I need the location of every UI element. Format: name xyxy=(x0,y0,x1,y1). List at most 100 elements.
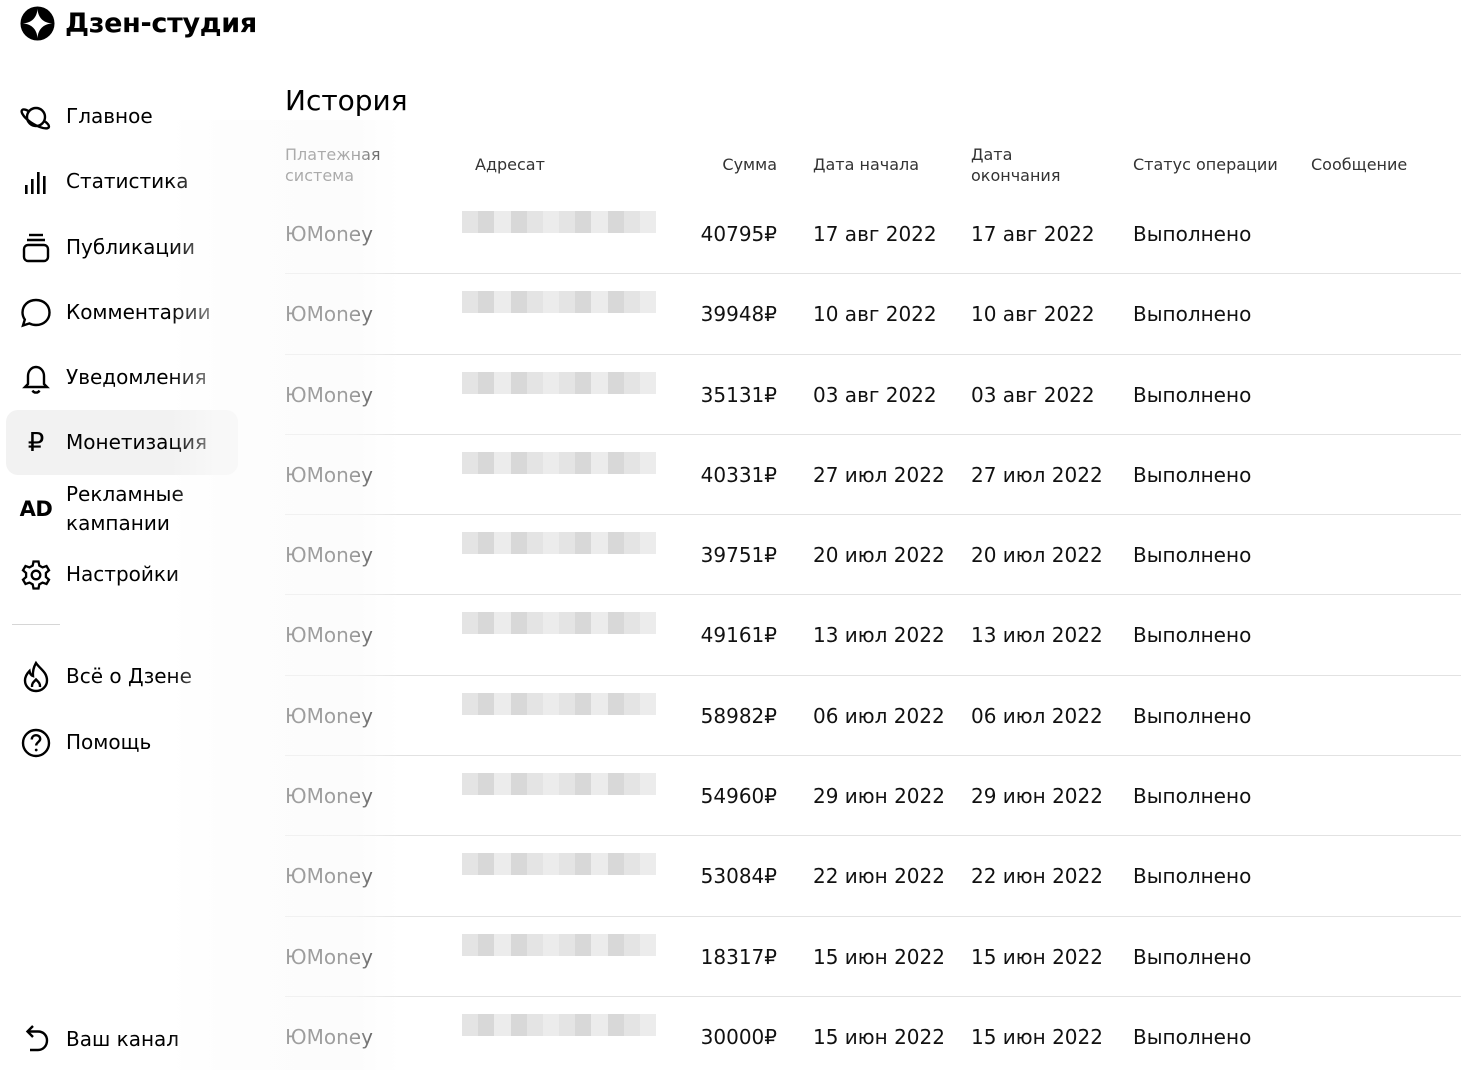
ad-icon: AD xyxy=(19,496,53,521)
end-date-cell: 10 авг 2022 xyxy=(971,302,1095,327)
sidebar-item-settings[interactable]: Настройки xyxy=(6,542,238,607)
table-row[interactable]: ЮMoney 54960₽ 29 июн 2022 29 июн 2022 Вы… xyxy=(285,756,1461,837)
end-date-cell: 20 июл 2022 xyxy=(971,543,1103,568)
recipient-cell-redacted xyxy=(462,355,657,435)
sidebar-divider xyxy=(12,624,60,625)
comment-icon xyxy=(16,296,56,330)
table-row[interactable]: ЮMoney 49161₽ 13 июл 2022 13 июл 2022 Вы… xyxy=(285,595,1461,676)
sidebar-item-notifications[interactable]: Уведомления xyxy=(6,345,238,410)
column-header-start-date: Дата начала xyxy=(813,155,920,174)
table-row[interactable]: ЮMoney 39948₽ 10 авг 2022 10 авг 2022 Вы… xyxy=(285,274,1461,355)
table-header: Платежная система Адресат Сумма Дата нач… xyxy=(285,136,1461,194)
sidebar-item-publications[interactable]: Публикации xyxy=(6,215,238,280)
payment-system-cell: ЮMoney xyxy=(285,864,373,889)
sidebar-item-label: Уведомления xyxy=(66,365,207,389)
amount-cell: 53084₽ xyxy=(700,864,777,889)
sidebar-item-label: Комментарии xyxy=(66,300,211,324)
recipient-cell-redacted xyxy=(462,917,657,997)
end-date-cell: 13 июл 2022 xyxy=(971,623,1103,648)
sidebar-item-label: Настройки xyxy=(66,562,179,586)
table-row[interactable]: ЮMoney 39751₽ 20 июл 2022 20 июл 2022 Вы… xyxy=(285,515,1461,596)
brand-name: Дзен-студия xyxy=(65,7,257,39)
redacted-recipient xyxy=(462,291,657,314)
payment-system-cell: ЮMoney xyxy=(285,543,373,568)
start-date-cell: 03 авг 2022 xyxy=(813,382,937,407)
redacted-recipient xyxy=(462,773,657,796)
payment-system-cell: ЮMoney xyxy=(285,784,373,809)
recipient-cell-redacted xyxy=(462,836,657,916)
recipient-cell-redacted xyxy=(462,194,657,274)
column-header-message: Сообщение xyxy=(1311,155,1408,174)
status-cell: Выполнено xyxy=(1133,944,1252,969)
status-cell: Выполнено xyxy=(1133,703,1252,728)
page-title: История xyxy=(285,84,408,117)
recipient-cell-redacted xyxy=(462,515,657,595)
recipient-cell-redacted xyxy=(462,435,657,515)
column-header-recipient: Адресат xyxy=(475,155,545,174)
redacted-recipient xyxy=(462,451,657,474)
end-date-cell: 15 июн 2022 xyxy=(971,1024,1103,1049)
table-row[interactable]: ЮMoney 35131₽ 03 авг 2022 03 авг 2022 Вы… xyxy=(285,355,1461,435)
redacted-recipient xyxy=(462,532,657,555)
table-row[interactable]: ЮMoney 30000₽ 15 июн 2022 15 июн 2022 Вы… xyxy=(285,997,1461,1070)
sidebar-item-help[interactable]: Помощь xyxy=(6,710,238,775)
sidebar-item-label: Помощь xyxy=(66,730,152,754)
sidebar-item-monetization[interactable]: ₽ Монетизация xyxy=(6,410,238,475)
column-header-status: Статус операции xyxy=(1133,155,1278,174)
sidebar: Главное Статистика Публикации Комментари… xyxy=(0,84,250,1070)
status-cell: Выполнено xyxy=(1133,1024,1252,1049)
your-channel-link[interactable]: Ваш канал xyxy=(6,1008,238,1070)
redacted-recipient xyxy=(462,933,657,956)
bell-icon xyxy=(16,361,56,395)
history-panel: История Платежная система Адресат Сумма … xyxy=(285,80,1461,1049)
sidebar-item-home[interactable]: Главное xyxy=(6,84,238,149)
status-cell: Выполнено xyxy=(1133,864,1252,889)
table-row[interactable]: ЮMoney 18317₽ 15 июн 2022 15 июн 2022 Вы… xyxy=(285,917,1461,997)
start-date-cell: 10 авг 2022 xyxy=(813,302,937,327)
sidebar-item-label: Статистика xyxy=(66,169,189,193)
start-date-cell: 13 июл 2022 xyxy=(813,623,945,648)
recipient-cell-redacted xyxy=(462,756,657,836)
status-cell: Выполнено xyxy=(1133,623,1252,648)
table-body: ЮMoney 40795₽ 17 авг 2022 17 авг 2022 Вы… xyxy=(285,194,1461,1070)
help-icon xyxy=(16,726,56,760)
table-row[interactable]: ЮMoney 40331₽ 27 июл 2022 27 июл 2022 Вы… xyxy=(285,435,1461,516)
sidebar-item-comments[interactable]: Комментарии xyxy=(6,280,238,345)
status-cell: Выполнено xyxy=(1133,462,1252,487)
payment-system-cell: ЮMoney xyxy=(285,703,373,728)
status-cell: Выполнено xyxy=(1133,302,1252,327)
sidebar-item-about-dzen[interactable]: Всё о Дзене xyxy=(6,644,238,709)
amount-cell: 39948₽ xyxy=(700,302,777,327)
sidebar-item-statistics[interactable]: Статистика xyxy=(6,149,238,214)
sidebar-item-label: Главное xyxy=(66,104,153,128)
brand[interactable]: Дзен-студия xyxy=(20,4,257,42)
sidebar-item-label: Рекламные кампании xyxy=(66,481,184,535)
table-row[interactable]: ЮMoney 53084₽ 22 июн 2022 22 июн 2022 Вы… xyxy=(285,836,1461,917)
gear-icon xyxy=(16,558,56,592)
start-date-cell: 22 июн 2022 xyxy=(813,864,945,889)
amount-cell: 40331₽ xyxy=(700,462,777,487)
redacted-recipient xyxy=(462,853,657,876)
end-date-cell: 15 июн 2022 xyxy=(971,944,1103,969)
redacted-recipient xyxy=(462,371,657,394)
payment-system-cell: ЮMoney xyxy=(285,382,373,407)
payment-system-cell: ЮMoney xyxy=(285,623,373,648)
back-arrow-icon xyxy=(16,1022,56,1056)
status-cell: Выполнено xyxy=(1133,382,1252,407)
column-header-amount: Сумма xyxy=(722,155,777,174)
end-date-cell: 27 июл 2022 xyxy=(971,462,1103,487)
recipient-cell-redacted xyxy=(462,997,657,1070)
end-date-cell: 29 июн 2022 xyxy=(971,784,1103,809)
column-header-end-date: Дата окончания xyxy=(971,145,1061,185)
status-cell: Выполнено xyxy=(1133,543,1252,568)
amount-cell: 30000₽ xyxy=(700,1024,777,1049)
payment-system-cell: ЮMoney xyxy=(285,222,373,246)
sidebar-item-ad-campaigns[interactable]: AD Рекламные кампании xyxy=(6,476,238,541)
payment-system-cell: ЮMoney xyxy=(285,462,373,487)
table-row[interactable]: ЮMoney 40795₽ 17 авг 2022 17 авг 2022 Вы… xyxy=(285,194,1461,275)
amount-cell: 54960₽ xyxy=(700,784,777,809)
start-date-cell: 29 июн 2022 xyxy=(813,784,945,809)
table-row[interactable]: ЮMoney 58982₽ 06 июл 2022 06 июл 2022 Вы… xyxy=(285,676,1461,757)
end-date-cell: 17 авг 2022 xyxy=(971,222,1095,246)
payment-system-cell: ЮMoney xyxy=(285,302,373,327)
